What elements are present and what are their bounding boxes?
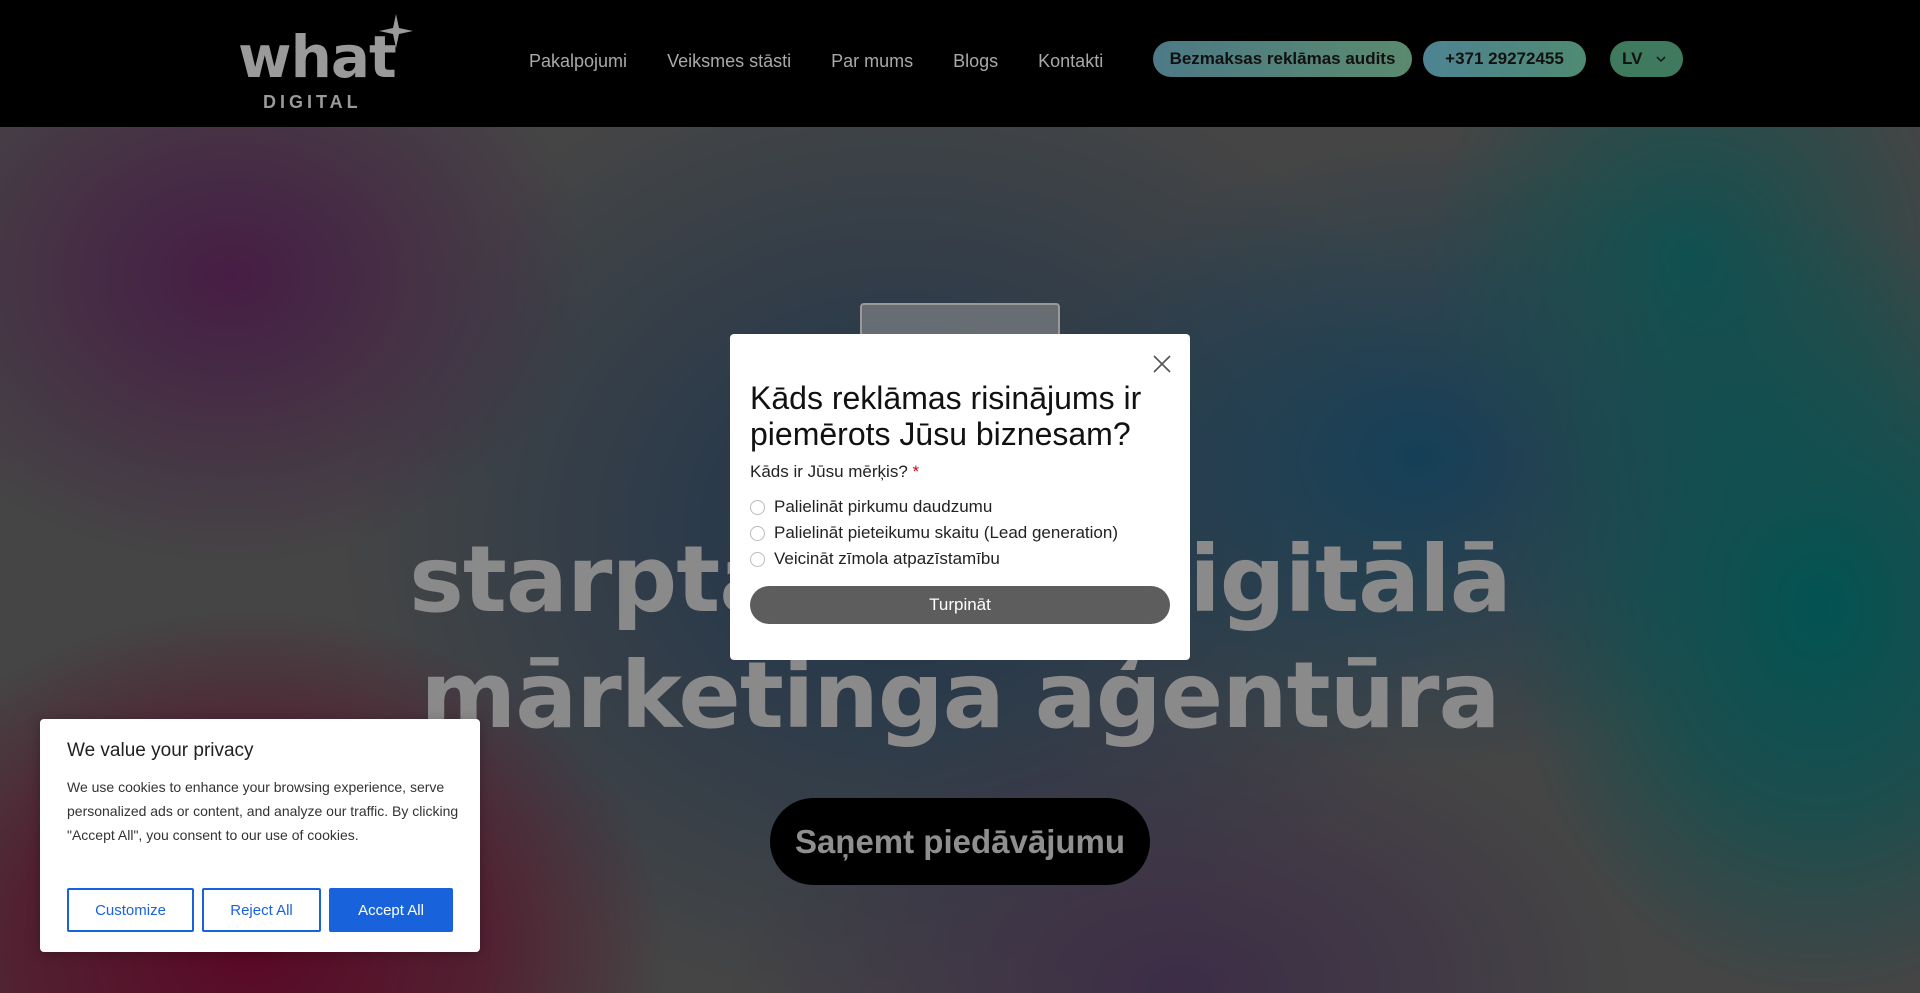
accept-all-button[interactable]: Accept All [329, 888, 453, 932]
close-icon[interactable] [1152, 354, 1172, 374]
nav-item-success-stories[interactable]: Veiksmes stāsti [667, 48, 791, 74]
free-audit-button[interactable]: Bezmaksas reklāmas audits [1153, 41, 1412, 77]
goal-option-purchases[interactable]: Palielināt pirkumu daudzumu [750, 494, 1118, 520]
goal-question-label: Kāds ir Jūsu mērķis? [750, 462, 908, 481]
radio-button[interactable] [750, 551, 765, 567]
logo-subtitle: DIGITAL [263, 92, 362, 112]
nav-item-blog[interactable]: Blogs [953, 48, 998, 74]
option-label: Palielināt pieteikumu skaitu (Lead gener… [774, 523, 1118, 542]
chevron-down-icon [1656, 56, 1666, 63]
reject-all-button[interactable]: Reject All [202, 888, 321, 932]
goal-option-brand-awareness[interactable]: Veicināt zīmola atpazīstamību [750, 546, 1118, 572]
modal-title: Kāds reklāmas risinājums ir piemērots Jū… [750, 380, 1142, 452]
cookie-text: We use cookies to enhance your browsing … [67, 779, 459, 843]
option-label: Veicināt zīmola atpazīstamību [774, 549, 1000, 568]
radio-button[interactable] [750, 525, 765, 541]
nav-item-about[interactable]: Par mums [831, 48, 913, 74]
nav-item-contacts[interactable]: Kontakti [1038, 48, 1103, 74]
cookie-consent-banner: We value your privacy We use cookies to … [40, 719, 480, 952]
required-mark: * [912, 462, 920, 481]
language-label: LV [1622, 49, 1643, 68]
get-offer-button[interactable]: Saņemt piedāvājumu [770, 798, 1150, 885]
what-digital-logo[interactable]: what DIGITAL [238, 14, 413, 114]
goal-options: Palielināt pirkumu daudzumu Palielināt p… [750, 494, 1118, 572]
site-header: what DIGITAL Pakalpojumi Veiksmes stāsti… [0, 0, 1920, 127]
ad-solution-modal: Kāds reklāmas risinājums ir piemērots Jū… [730, 334, 1190, 660]
radio-button[interactable] [750, 499, 765, 515]
goal-option-leads[interactable]: Palielināt pieteikumu skaitu (Lead gener… [750, 520, 1118, 546]
option-label: Palielināt pirkumu daudzumu [774, 497, 993, 516]
goal-question: Kāds ir Jūsu mērķis? * [750, 462, 919, 482]
main-nav: Pakalpojumi Veiksmes stāsti Par mums Blo… [529, 48, 1143, 74]
nav-item-services[interactable]: Pakalpojumi [529, 48, 627, 74]
logo-word: what [238, 23, 397, 91]
cookie-title: We value your privacy [67, 740, 254, 761]
sparkle-icon [379, 14, 413, 48]
language-selector[interactable]: LV [1610, 41, 1683, 77]
customize-button[interactable]: Customize [67, 888, 194, 932]
phone-button[interactable]: +371 29272455 [1423, 41, 1586, 77]
continue-button[interactable]: Turpināt [750, 586, 1170, 624]
